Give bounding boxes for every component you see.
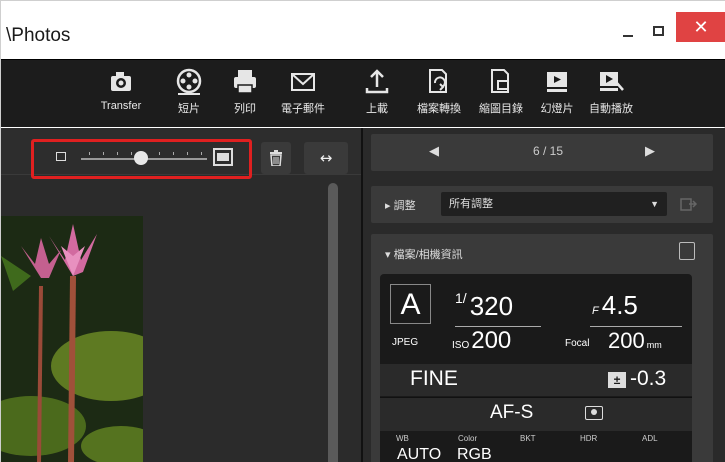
divider	[590, 326, 682, 327]
email-button[interactable]: 電子郵件	[277, 66, 329, 122]
file-info-toggle[interactable]: ▾ 檔案/相機資訊	[385, 246, 463, 262]
printer-icon	[234, 70, 256, 94]
zoom-in-icon[interactable]	[213, 148, 233, 166]
zoom-out-icon[interactable]	[56, 152, 66, 161]
print-label: 列印	[234, 103, 256, 115]
autoplay-label: 自動播放	[589, 103, 633, 115]
slider-tick	[201, 152, 202, 155]
file-convert-label: 檔案轉換	[417, 103, 461, 115]
quality-row: FINE ± -0.3	[380, 364, 692, 396]
adjust-section: ▸ 調整 所有調整 ▼	[371, 186, 713, 223]
hdr-label: HDR	[580, 434, 598, 443]
shooting-mode: A	[390, 284, 431, 324]
slideshow-icon	[547, 72, 567, 92]
camera-info-display: A 1/320 F 4.5 JPEG ISO200 Focal 200 mm FIN…	[380, 274, 692, 462]
thumbnail-catalog-label: 縮圖目錄	[479, 103, 523, 115]
next-image-button[interactable]: ▶	[645, 143, 655, 159]
email-label: 電子郵件	[281, 103, 325, 115]
delete-button[interactable]	[261, 142, 291, 174]
upload-icon	[365, 69, 389, 94]
maximize-button[interactable]	[649, 15, 667, 47]
adjust-toggle[interactable]: ▸ 調整	[385, 197, 416, 213]
adl-label: ADL	[642, 434, 658, 443]
envelope-icon	[291, 73, 315, 91]
fit-width-button[interactable]: ↔	[304, 142, 348, 174]
autoplay-icon	[600, 72, 624, 91]
slider-tick	[117, 152, 118, 155]
thumbnail-catalog-button[interactable]: 縮圖目錄	[475, 66, 527, 122]
info-detail-icon[interactable]	[679, 242, 695, 260]
transfer-button[interactable]: Transfer	[95, 66, 147, 122]
water-lily-image	[1, 216, 143, 462]
af-mode: AF-S	[490, 402, 534, 423]
thumbnail-catalog-icon	[491, 69, 509, 93]
trash-icon	[270, 150, 282, 166]
adjust-dropdown[interactable]: 所有調整 ▼	[441, 192, 667, 216]
movie-label: 短片	[178, 103, 200, 115]
image-navigation: ◀ 6 / 15 ▶	[371, 134, 713, 171]
print-button[interactable]: 列印	[219, 66, 271, 122]
photo-viewer-window: \Photos ✕ Transfer 短片 列印 電子郵件 上載 檔案轉換 縮圖…	[0, 0, 725, 462]
image-counter: 6 / 15	[533, 144, 564, 158]
focal-label: Focal	[565, 338, 590, 349]
main-toolbar: Transfer 短片 列印 電子郵件 上載 檔案轉換 縮圖目錄 幻燈片 自動播…	[1, 59, 725, 127]
camera-transfer-icon	[111, 72, 131, 91]
upload-label: 上載	[366, 103, 388, 115]
slider-tick	[103, 152, 104, 155]
bkt-label: BKT	[520, 434, 536, 443]
zoom-slider-thumb[interactable]	[134, 151, 148, 165]
iso-value: ISO200	[452, 327, 512, 354]
window-title: \Photos	[6, 25, 71, 46]
color-label: Color	[458, 434, 478, 443]
file-convert-icon	[429, 69, 447, 93]
slider-tick	[173, 152, 174, 155]
af-row: AF-S	[380, 397, 692, 431]
image-quality: FINE	[410, 367, 458, 390]
color-space-value: RGB	[457, 446, 492, 462]
chevron-down-icon: ▼	[650, 199, 659, 209]
wb-label: WB	[396, 434, 409, 443]
focal-length: 200 mm	[608, 328, 662, 353]
exposure-compensation: -0.3	[630, 367, 667, 390]
copy-adjustments-icon[interactable]	[680, 196, 700, 214]
film-reel-icon	[176, 68, 202, 95]
slideshow-label: 幻燈片	[540, 103, 574, 115]
autoplay-button[interactable]: 自動播放	[581, 66, 641, 122]
minimize-button[interactable]	[607, 15, 649, 47]
white-balance-value: AUTO	[397, 446, 442, 462]
file-format: JPEG	[392, 337, 419, 348]
slider-tick	[131, 152, 132, 155]
minimize-icon	[623, 35, 633, 37]
shutter-speed: 1/320	[455, 290, 514, 321]
transfer-label: Transfer	[100, 100, 142, 112]
upload-button[interactable]: 上載	[357, 66, 397, 122]
photo-preview	[1, 216, 143, 462]
movie-button[interactable]: 短片	[163, 66, 215, 122]
file-convert-button[interactable]: 檔案轉換	[413, 66, 465, 122]
title-bar: \Photos ✕	[1, 1, 725, 59]
exposure-compensation-icon: ±	[608, 372, 626, 388]
image-toolbar: ↔	[1, 128, 361, 179]
vertical-scrollbar[interactable]	[328, 183, 338, 462]
maximize-icon	[652, 26, 664, 36]
slider-tick	[159, 152, 160, 155]
slider-tick	[187, 152, 188, 155]
slideshow-button[interactable]: 幻燈片	[531, 66, 583, 122]
adjust-dropdown-value: 所有調整	[449, 198, 493, 210]
aperture: F 4.5	[592, 290, 638, 320]
close-button[interactable]: ✕	[676, 12, 725, 42]
metering-icon	[585, 406, 603, 420]
previous-image-button[interactable]: ◀	[429, 143, 439, 159]
slider-tick	[89, 152, 90, 155]
